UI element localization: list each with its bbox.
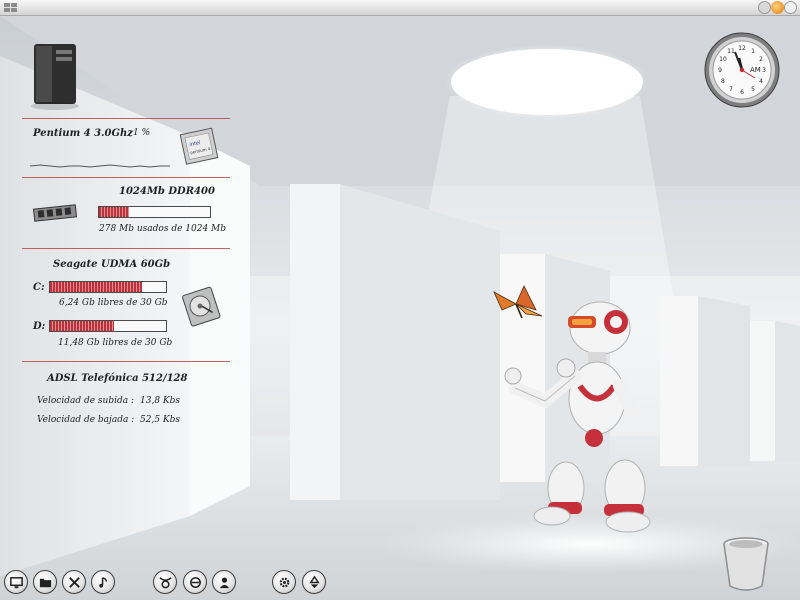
desktop-icon[interactable] [4,570,28,594]
drive-d-usage-fill [50,321,114,331]
download-value: 52,5 Kbs [140,415,181,425]
clock-numeral: 6 [740,89,744,96]
clock-numeral: 10 [719,56,727,63]
upload-label: Velocidad de subida : [37,396,134,406]
drive-d-usage-bar [49,320,167,332]
gear-icon[interactable] [272,570,296,594]
separator [22,177,230,178]
upload-value: 13,8 Kbs [140,396,181,406]
trash-can-icon [723,537,769,591]
drive-c-free-text: 6,24 Gb libres de 30 Gb [59,298,168,308]
clock-numeral: 4 [759,78,763,85]
music-note-icon[interactable] [91,570,115,594]
clock-numeral: 11 [727,48,735,55]
clock-numeral: 8 [721,78,725,85]
disk-title: Seagate UDMA 60Gb [53,259,171,270]
analog-clock[interactable]: 12 12 3 45678 9 1011 AM [704,32,780,108]
separator [22,118,230,119]
separator [22,248,230,249]
arrow-left-icon[interactable] [758,1,771,14]
drive-c-usage-fill [50,282,142,292]
user-icon[interactable] [212,570,236,594]
clock-numeral: 3 [762,67,766,74]
drive-c-usage-bar [49,281,167,293]
drive-d-free-text: 11,48 Gb libres de 30 Gb [58,338,173,348]
system-info-panel: Pentium 4 3.0Ghz 1 % 1024Mb DDR400 278 M… [0,16,240,456]
internet-explorer-icon[interactable] [183,570,207,594]
download-label: Velocidad de bajada : [37,415,135,425]
separator [22,361,230,362]
clock-am-pm: AM [750,66,761,74]
cpu-usage-graph [30,164,170,168]
clock-numeral: 12 [738,45,746,52]
drive-d-letter: D: [33,321,46,332]
folder-icon[interactable] [33,570,57,594]
taurus-icon[interactable] [153,570,177,594]
clock-numeral: 2 [759,56,763,63]
memory-usage-fill [99,207,130,217]
tools-icon[interactable] [62,570,86,594]
clock-numeral: 7 [729,86,733,93]
cpu-usage: 1 % [133,128,151,138]
memory-usage-bar [98,206,211,218]
network-title: ADSL Telefónica 512/128 [47,373,188,384]
top-bar [0,0,800,16]
drive-c-letter: C: [33,282,45,293]
power-icon[interactable] [784,1,797,14]
firefox-icon[interactable] [771,1,784,14]
clock-numeral: 1 [751,48,755,55]
recycle-icon[interactable] [302,570,326,594]
clock-numeral: 5 [751,86,755,93]
memory-title: 1024Mb DDR400 [119,186,215,197]
memory-used-text: 278 Mb usados de 1024 Mb [99,224,227,234]
desktop: intel pentium 4 Pentium 4 3.0Ghz 1 % 102… [0,0,800,600]
cpu-name: Pentium 4 3.0Ghz [33,128,133,139]
windows-logo-icon[interactable] [4,3,18,13]
clock-numeral: 9 [718,67,722,74]
